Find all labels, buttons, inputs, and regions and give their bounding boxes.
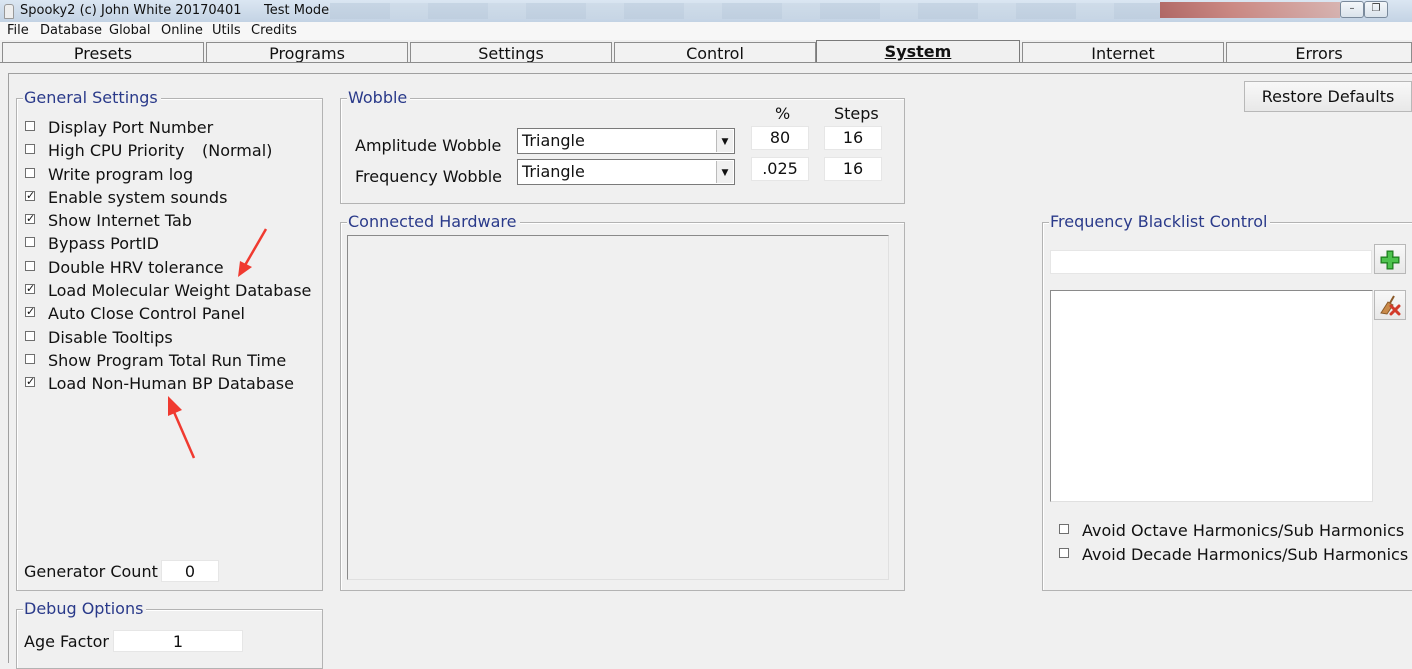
checkbox[interactable]: [25, 121, 35, 131]
tab-internet[interactable]: Internet: [1022, 42, 1224, 63]
menu-utils[interactable]: Utils: [212, 23, 241, 38]
tab-system[interactable]: System: [816, 40, 1020, 63]
annotation-arrow-lower: [168, 396, 196, 459]
amplitude-steps-field[interactable]: 16: [824, 126, 882, 150]
taskbar-blur-red: [1160, 2, 1340, 18]
taskbar-blur: [330, 3, 1160, 19]
frequency-steps-field[interactable]: 16: [824, 157, 882, 181]
minimize-button[interactable]: –: [1340, 1, 1364, 18]
checkbox-label: Avoid Octave Harmonics/Sub Harmonics: [1082, 521, 1405, 540]
checkbox-label: Double HRV tolerance: [48, 258, 224, 277]
age-factor-label: Age Factor: [24, 632, 110, 651]
checkbox[interactable]: ✓: [25, 190, 35, 201]
general-settings-title: General Settings: [23, 88, 161, 108]
checkbox-label: Avoid Decade Harmonics/Sub Harmonics: [1082, 545, 1409, 564]
mode-label: Test Mode: [264, 3, 330, 18]
restore-defaults-button[interactable]: Restore Defaults: [1244, 81, 1412, 112]
age-factor-field[interactable]: 1: [113, 630, 243, 652]
menu-file[interactable]: File: [7, 23, 29, 38]
checkbox-label: Bypass PortID: [48, 234, 159, 253]
connected-hardware-title: Connected Hardware: [347, 212, 520, 232]
amplitude-wobble-label: Amplitude Wobble: [355, 136, 502, 155]
menu-bar: File Database Global Online Utils Credit…: [0, 22, 1412, 40]
connected-hardware-list[interactable]: [347, 235, 889, 580]
frequency-percent-field[interactable]: .025: [751, 157, 809, 181]
tab-programs[interactable]: Programs: [206, 42, 408, 63]
frequency-wobble-value: Triangle: [522, 162, 585, 181]
frequency-wobble-select[interactable]: Triangle ▼: [517, 159, 735, 185]
generator-count-label: Generator Count: [24, 562, 158, 581]
checkbox-label: Show Internet Tab: [48, 211, 192, 230]
checkbox-label: High CPU Priority: [48, 141, 185, 160]
restore-button[interactable]: ❐: [1364, 1, 1388, 18]
menu-online[interactable]: Online: [161, 23, 203, 38]
tab-control[interactable]: Control: [614, 42, 816, 63]
checkbox[interactable]: [25, 144, 35, 154]
checkbox[interactable]: ✓: [25, 376, 35, 387]
frequency-wobble-label: Frequency Wobble: [355, 167, 503, 186]
amplitude-wobble-value: Triangle: [522, 131, 585, 150]
tab-presets[interactable]: Presets: [2, 42, 204, 63]
checkbox-label: Enable system sounds: [48, 188, 228, 207]
checkbox[interactable]: [25, 354, 35, 364]
annotation-arrow-upper: [238, 228, 268, 277]
dropdown-arrow-icon: ▼: [716, 130, 733, 152]
checkbox[interactable]: [25, 237, 35, 247]
checkbox-label: Display Port Number: [48, 118, 214, 137]
amplitude-wobble-select[interactable]: Triangle ▼: [517, 128, 735, 154]
amplitude-percent-field[interactable]: 80: [751, 126, 809, 150]
generator-count-field[interactable]: 0: [161, 560, 219, 582]
tab-settings[interactable]: Settings: [410, 42, 612, 63]
tab-errors[interactable]: Errors: [1226, 42, 1412, 63]
checkbox[interactable]: [1059, 524, 1069, 534]
title-bar: Spooky2 (c) John White 20170401 Test Mod…: [0, 0, 1412, 22]
checkbox-label: Show Program Total Run Time: [48, 351, 287, 370]
wobble-steps-header: Steps: [834, 104, 879, 123]
frequency-blacklist-title: Frequency Blacklist Control: [1049, 212, 1271, 232]
blacklist-frequency-input[interactable]: [1050, 250, 1372, 274]
checkbox-label: Disable Tooltips: [48, 328, 173, 347]
checkbox[interactable]: ✓: [25, 306, 35, 317]
wobble-percent-header: %: [775, 104, 791, 123]
add-frequency-button[interactable]: [1374, 244, 1406, 274]
remove-frequency-button[interactable]: [1374, 290, 1406, 320]
checkbox[interactable]: ✓: [25, 213, 35, 224]
dropdown-arrow-icon: ▼: [716, 161, 733, 183]
checkbox[interactable]: [25, 331, 35, 341]
cpu-priority-status: (Normal): [202, 141, 273, 160]
wobble-title: Wobble: [347, 88, 411, 108]
broom-delete-icon: [1380, 295, 1401, 316]
tab-baseline: [0, 62, 1412, 63]
app-icon: [4, 4, 14, 19]
checkbox-label: Auto Close Control Panel: [48, 304, 245, 323]
checkbox[interactable]: ✓: [25, 283, 35, 294]
debug-options-title: Debug Options: [23, 599, 147, 619]
plus-icon: [1380, 250, 1400, 270]
checkbox[interactable]: [1059, 548, 1069, 558]
checkbox[interactable]: [25, 261, 35, 271]
window-title: Spooky2 (c) John White 20170401: [20, 3, 242, 18]
blacklist-list[interactable]: [1050, 290, 1373, 502]
checkbox-label: Write program log: [48, 165, 194, 184]
menu-credits[interactable]: Credits: [251, 23, 297, 38]
menu-global[interactable]: Global: [109, 23, 150, 38]
checkbox-label: Load Molecular Weight Database: [48, 281, 312, 300]
checkbox[interactable]: [25, 168, 35, 178]
menu-database[interactable]: Database: [40, 23, 102, 38]
